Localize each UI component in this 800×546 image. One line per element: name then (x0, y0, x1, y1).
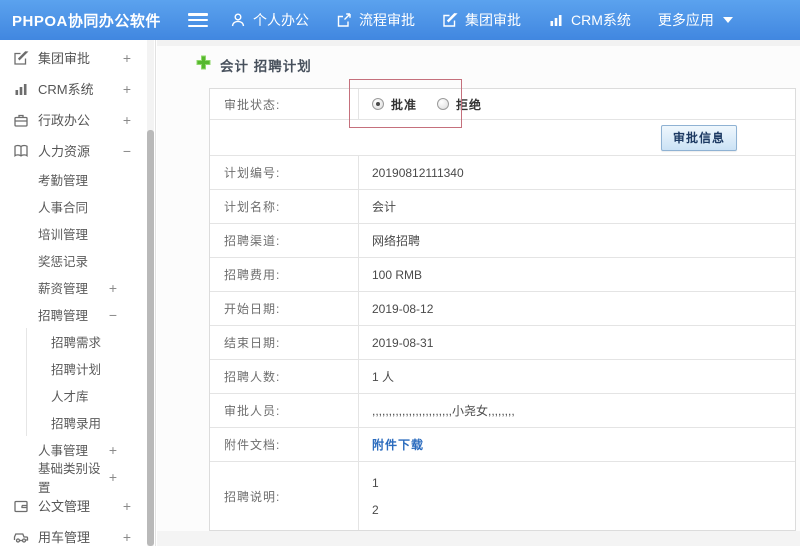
nav-more-apps[interactable]: 更多应用 (658, 10, 733, 30)
hamburger-menu-icon[interactable] (188, 13, 208, 27)
recruit-submenu: 招聘需求 招聘计划 人才库 招聘录用 (26, 328, 155, 436)
detail-table: 审批状态: 批准 拒绝 审批信息 计划编号: 20190812111340 计划… (209, 88, 796, 531)
sidebar-item-hr[interactable]: 人力资源 − (0, 135, 155, 166)
sidebar-item-talent-pool[interactable]: 人才库 (27, 382, 155, 409)
book-icon (13, 143, 29, 159)
page-title: 会计 招聘计划 (196, 55, 312, 75)
sidebar-item-admin-office[interactable]: 行政办公 + (0, 104, 155, 135)
row-recruit-cost: 招聘费用: 100 RMB (210, 258, 795, 292)
user-icon (230, 12, 246, 28)
collapse-toggle: − (108, 306, 117, 323)
row-plan-number: 计划编号: 20190812111340 (210, 156, 795, 190)
expand-toggle: + (108, 441, 117, 458)
expand-toggle: + (108, 279, 117, 296)
row-approve-action: 审批信息 (210, 120, 795, 156)
attachment-download-link[interactable]: 附件下载 (372, 436, 424, 453)
row-approvers: 审批人员: ,,,,,,,,,,,,,,,,,,,,,,,,小尧女,,,,,,,… (210, 394, 795, 428)
bar-chart-icon (548, 12, 564, 28)
add-icon (196, 55, 211, 75)
expand-toggle: + (122, 49, 131, 66)
approve-info-button[interactable]: 审批信息 (660, 124, 737, 151)
sidebar-item-recruit-mgmt[interactable]: 招聘管理 − (0, 301, 155, 328)
sidebar-item-vehicle-mgmt[interactable]: 用车管理 + (0, 521, 155, 546)
row-start-date: 开始日期: 2019-08-12 (210, 292, 795, 326)
nav-group-approval[interactable]: 集团审批 (442, 10, 521, 30)
radio-approve[interactable] (372, 98, 384, 110)
description-line: 2 (372, 502, 379, 517)
content-bottom-strip (157, 531, 800, 546)
row-approval-status: 审批状态: 批准 拒绝 (210, 89, 795, 120)
edit-icon (442, 12, 458, 28)
sidebar-item-recruit-demand[interactable]: 招聘需求 (27, 328, 155, 355)
content-top-strip (157, 40, 800, 46)
row-headcount: 招聘人数: 1 人 (210, 360, 795, 394)
nav-personal-office[interactable]: 个人办公 (230, 10, 309, 30)
workflow-icon (336, 12, 352, 28)
row-plan-name: 计划名称: 会计 (210, 190, 795, 224)
folder-icon (13, 498, 29, 514)
row-description: 招聘说明: 1 2 (210, 462, 795, 530)
caret-down-icon (722, 17, 733, 23)
nav-crm[interactable]: CRM系统 (548, 10, 631, 30)
nav-workflow-approval[interactable]: 流程审批 (336, 10, 415, 30)
car-icon (13, 529, 29, 545)
expand-toggle: + (108, 468, 117, 485)
row-attachment: 附件文档: 附件下载 (210, 428, 795, 462)
app-logo: PHPOA协同办公软件 (12, 12, 161, 30)
sidebar-item-base-category[interactable]: 基础类别设置 + (0, 462, 155, 495)
sidebar: 集团审批 + CRM系统 + 行政办公 + 人力资源 − 考勤管理 人事合同 培… (0, 40, 156, 546)
main-content: 会计 招聘计划 审批状态: 批准 拒绝 审批信息 计划编号: 201908121… (157, 40, 800, 546)
sidebar-item-rewards[interactable]: 奖惩记录 (0, 247, 155, 274)
collapse-toggle: − (122, 142, 131, 159)
top-nav: PHPOA协同办公软件 个人办公 流程审批 集团审批 CRM系统 更多应用 (0, 0, 800, 40)
row-recruit-channel: 招聘渠道: 网络招聘 (210, 224, 795, 258)
sidebar-item-hr-contract[interactable]: 人事合同 (0, 193, 155, 220)
expand-toggle: + (122, 80, 131, 97)
row-end-date: 结束日期: 2019-08-31 (210, 326, 795, 360)
sidebar-item-recruit-hire[interactable]: 招聘录用 (27, 409, 155, 436)
edit-icon (13, 50, 29, 66)
sidebar-item-attendance[interactable]: 考勤管理 (0, 166, 155, 193)
sidebar-item-training[interactable]: 培训管理 (0, 220, 155, 247)
expand-toggle: + (122, 497, 131, 514)
expand-toggle: + (122, 528, 131, 545)
description-line: 1 (372, 475, 379, 490)
sidebar-item-salary[interactable]: 薪资管理 + (0, 274, 155, 301)
sidebar-item-group-approval[interactable]: 集团审批 + (0, 42, 155, 73)
sidebar-item-recruit-plan[interactable]: 招聘计划 (27, 355, 155, 382)
bar-chart-icon (13, 81, 29, 97)
briefcase-icon (13, 112, 29, 128)
radio-reject[interactable] (437, 98, 450, 110)
expand-toggle: + (122, 111, 131, 128)
sidebar-scrollbar-thumb[interactable] (147, 130, 154, 546)
sidebar-item-crm[interactable]: CRM系统 + (0, 73, 155, 104)
